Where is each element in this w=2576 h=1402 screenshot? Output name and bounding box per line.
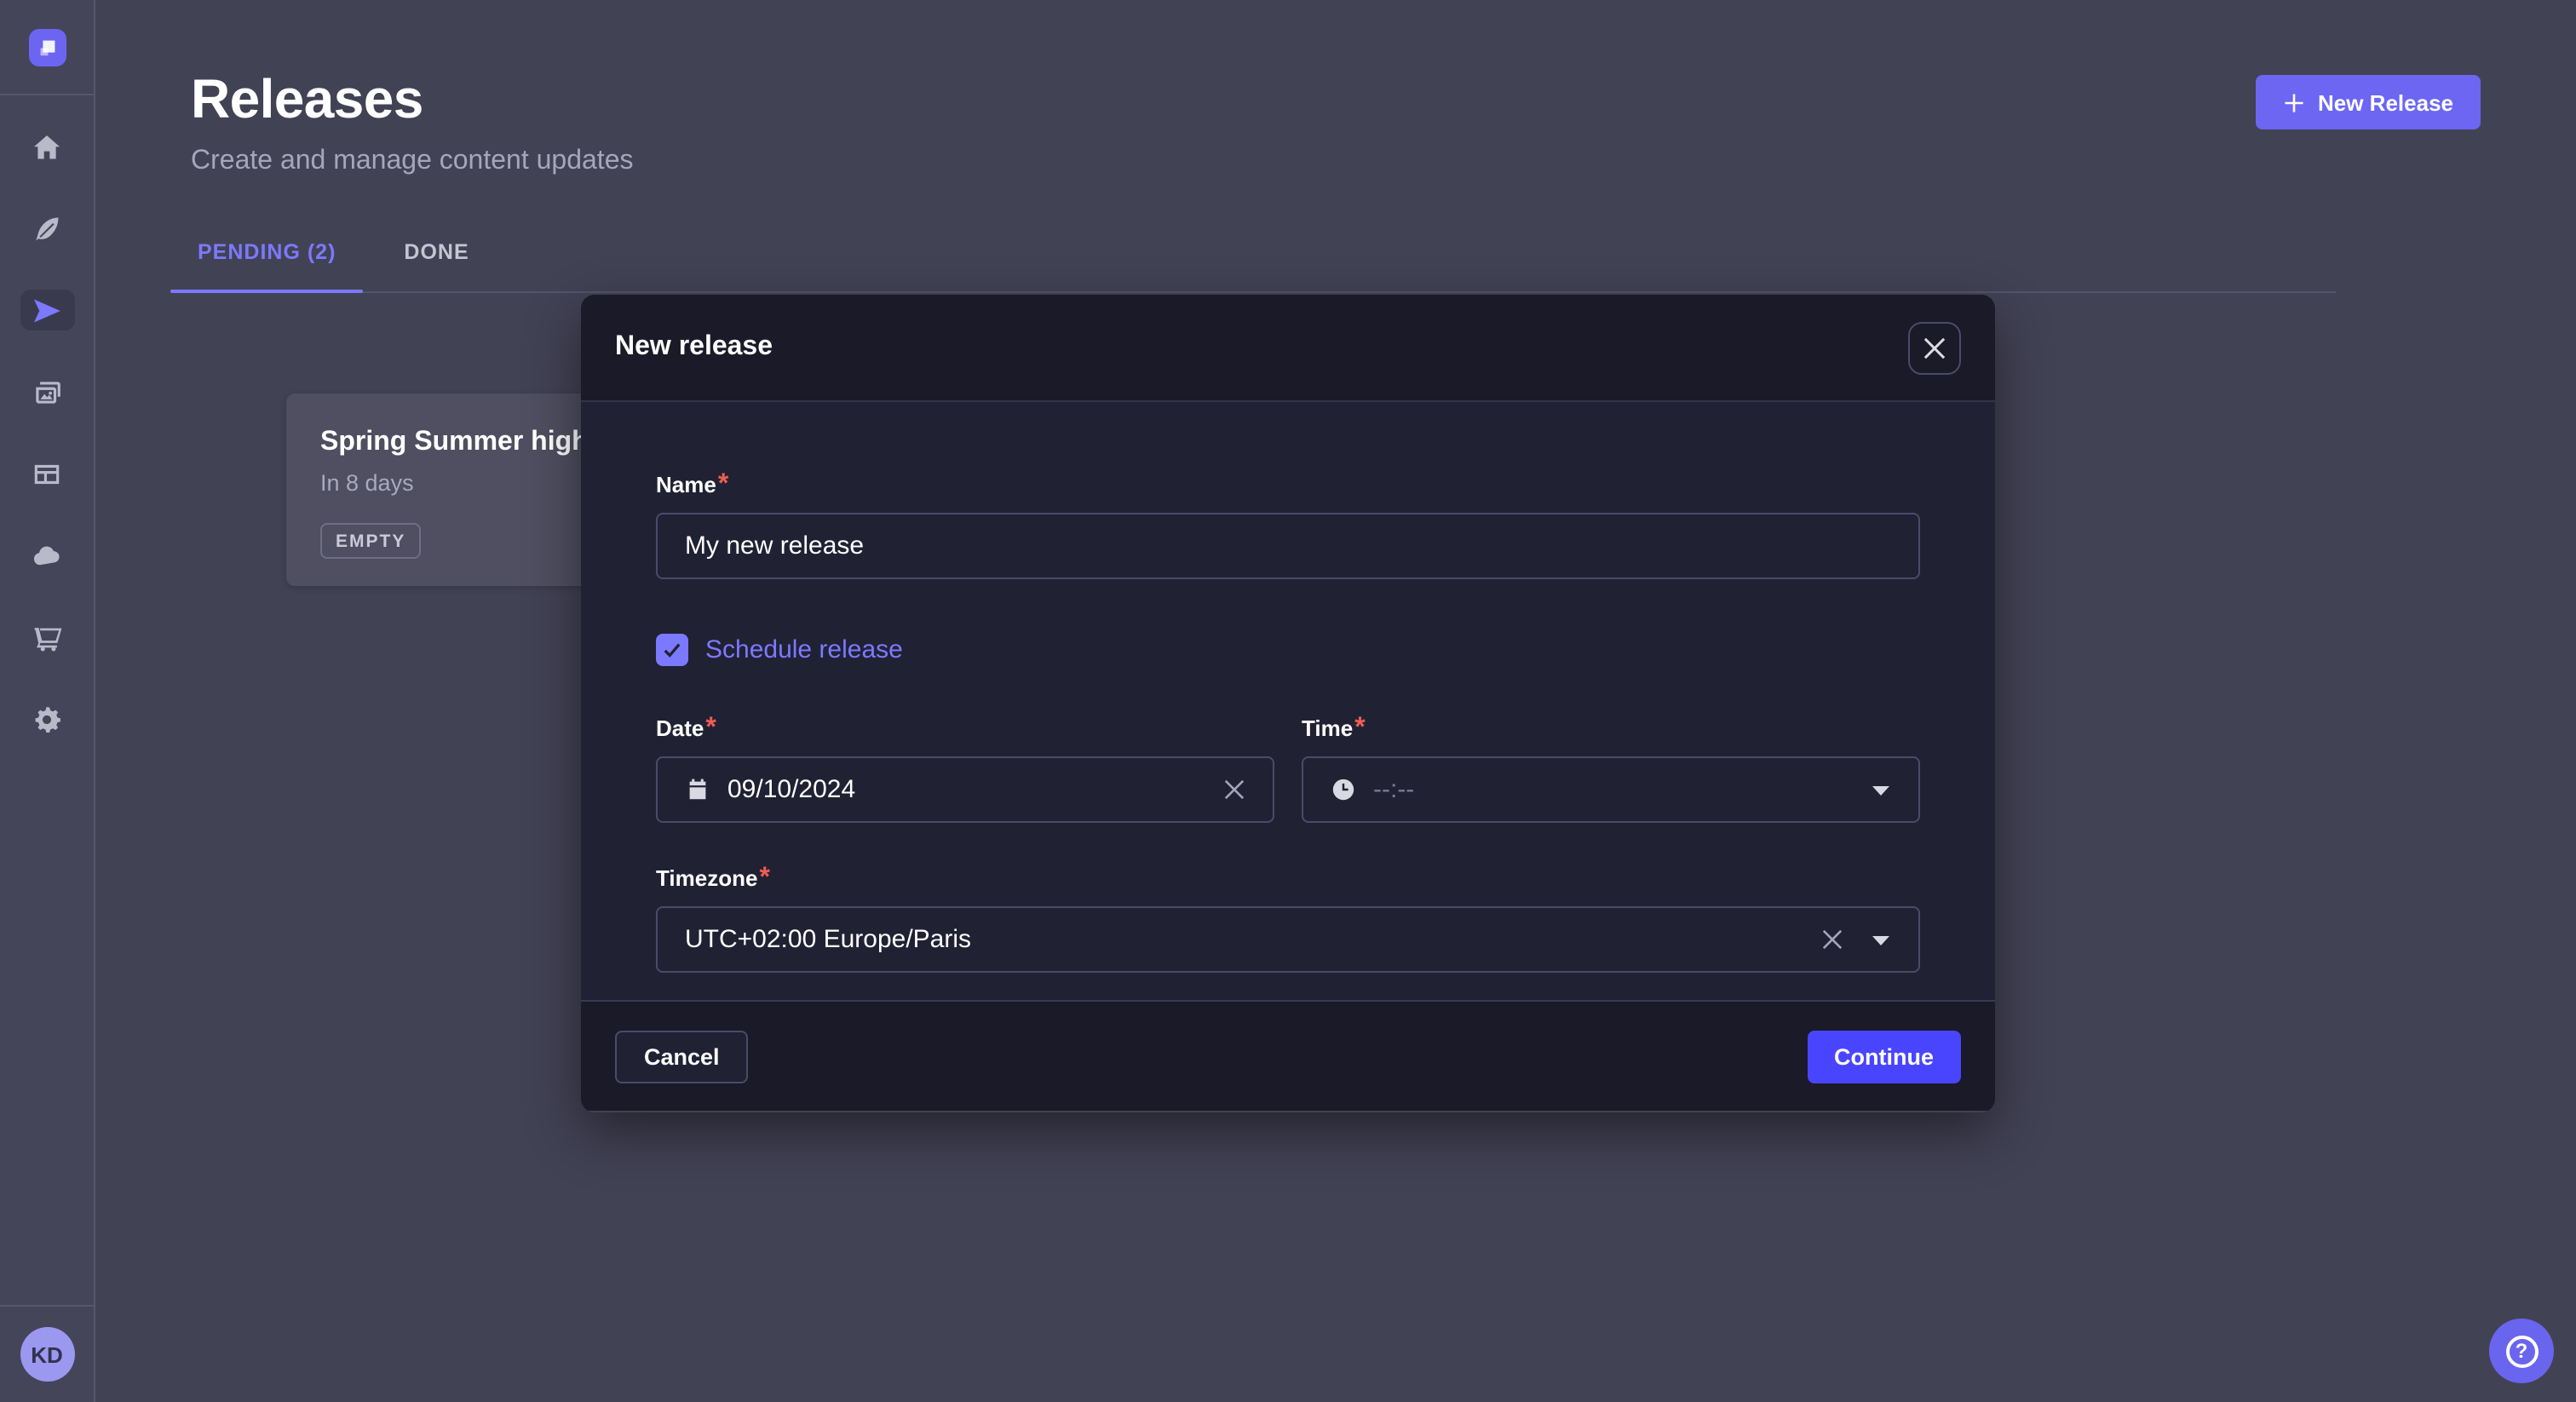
date-field-label: Date [656, 715, 704, 741]
calendar-icon [685, 777, 710, 802]
release-card-status-badge: EMPTY [320, 523, 421, 559]
tab-pending[interactable]: PENDING (2) [191, 240, 342, 291]
schedule-checkbox-label: Schedule release [705, 635, 903, 664]
date-field-group: Date* 09/10/2024 [656, 714, 1274, 823]
required-asterisk: * [759, 864, 769, 893]
sidebar: KD [0, 0, 95, 1402]
logo-wrap [0, 0, 94, 95]
continue-button[interactable]: Continue [1807, 1030, 1961, 1083]
strapi-logo-glyph [37, 37, 57, 57]
sidebar-item-home[interactable] [20, 126, 74, 167]
cancel-button[interactable]: Cancel [615, 1030, 749, 1083]
modal-header: New release [581, 295, 1995, 402]
sidebar-item-content-manager[interactable] [20, 208, 74, 249]
timezone-dropdown-button[interactable] [1871, 933, 1891, 946]
date-input-value: 09/10/2024 [727, 775, 1206, 804]
name-field-label: Name [656, 472, 716, 497]
sidebar-item-settings[interactable] [20, 698, 74, 739]
timezone-field-group: Timezone* UTC+02:00 Europe/Paris [656, 864, 1920, 973]
close-icon [1923, 336, 1946, 359]
new-release-button-label: New Release [2318, 89, 2453, 115]
required-asterisk: * [1354, 714, 1365, 743]
date-time-row: Date* 09/10/2024 [656, 714, 1920, 823]
strapi-logo-icon[interactable] [28, 28, 66, 66]
sidebar-item-deploy[interactable] [20, 535, 74, 576]
plus-icon [2282, 91, 2304, 113]
sidebar-item-media-library[interactable] [20, 371, 74, 412]
timezone-field-label: Timezone [656, 865, 757, 891]
feather-icon [31, 212, 63, 244]
send-icon [31, 294, 63, 326]
clock-icon [1331, 777, 1356, 802]
date-clear-button[interactable] [1223, 779, 1245, 801]
sidebar-item-content-type-builder[interactable] [20, 453, 74, 494]
date-input[interactable]: 09/10/2024 [656, 756, 1274, 823]
time-input-placeholder: --:-- [1373, 775, 1854, 804]
time-field-label: Time [1302, 715, 1353, 741]
tab-divider [191, 291, 2336, 293]
sidebar-nav [0, 95, 94, 1305]
cloud-icon [31, 539, 63, 572]
home-icon [31, 130, 63, 163]
checkmark-icon [663, 641, 681, 659]
tab-done[interactable]: DONE [397, 240, 475, 291]
name-field-group: Name* My new release [656, 470, 1920, 579]
sidebar-item-marketplace[interactable] [20, 617, 74, 658]
modal-close-button[interactable] [1908, 321, 1961, 374]
name-input-value: My new release [685, 531, 1891, 560]
clear-x-icon [1821, 928, 1843, 951]
modal-body: Name* My new release Schedule release Da… [581, 402, 1995, 1000]
media-images-icon [31, 376, 63, 408]
chevron-down-icon [1871, 933, 1891, 946]
cart-icon [31, 621, 63, 653]
timezone-select[interactable]: UTC+02:00 Europe/Paris [656, 906, 1920, 973]
required-asterisk: * [705, 714, 716, 743]
page-title: Releases [191, 68, 2481, 131]
user-avatar[interactable]: KD [20, 1327, 74, 1382]
new-release-button[interactable]: New Release [2255, 75, 2481, 129]
time-dropdown-button[interactable] [1871, 783, 1891, 796]
timezone-select-value: UTC+02:00 Europe/Paris [685, 925, 1804, 954]
name-input[interactable]: My new release [656, 513, 1920, 579]
tab-bar: PENDING (2) DONE [191, 240, 2336, 293]
app-root: KD Releases Create and manage content up… [0, 0, 2576, 1402]
chevron-down-icon [1871, 783, 1891, 796]
clear-x-icon [1223, 779, 1245, 801]
page-subtitle: Create and manage content updates [191, 147, 2481, 177]
schedule-checkbox[interactable] [656, 634, 688, 666]
modal-title: New release [615, 332, 773, 363]
gear-icon [31, 703, 63, 735]
time-input[interactable]: --:-- [1302, 756, 1920, 823]
schedule-release-checkbox-row[interactable]: Schedule release [656, 634, 1920, 666]
page-header: Releases Create and manage content updat… [95, 0, 2576, 177]
help-button[interactable]: ? [2489, 1319, 2554, 1383]
layout-icon [31, 457, 63, 490]
timezone-clear-button[interactable] [1821, 928, 1843, 951]
modal-footer: Cancel Continue [581, 1000, 1995, 1111]
required-asterisk: * [718, 470, 728, 499]
sidebar-bottom: KD [0, 1305, 94, 1402]
sidebar-item-releases[interactable] [20, 290, 74, 330]
question-mark-icon: ? [2505, 1335, 2538, 1367]
new-release-modal: New release Name* My new release [581, 295, 1995, 1112]
time-field-group: Time* --:-- [1302, 714, 1920, 823]
